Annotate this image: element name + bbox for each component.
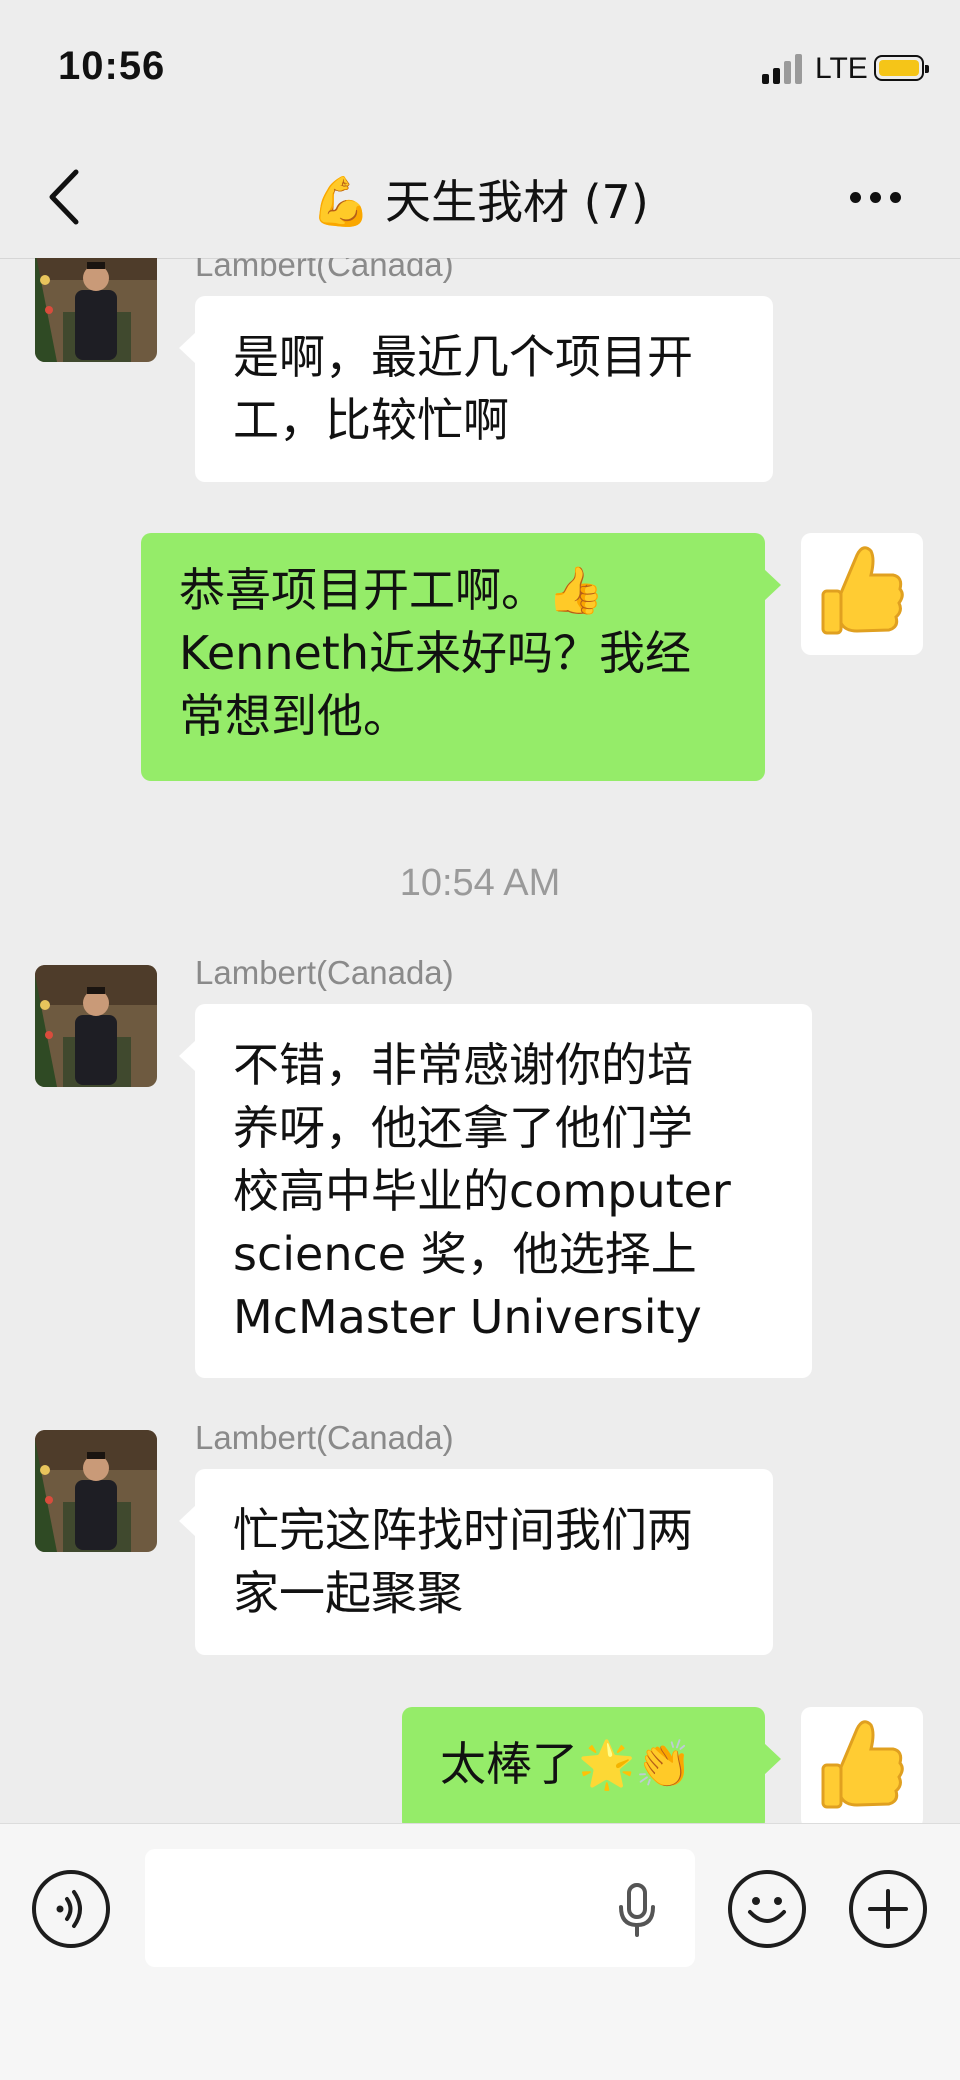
message-bubble[interactable]: 忙完这阵找时间我们两 家一起聚聚 xyxy=(179,1469,773,1655)
signal-icon xyxy=(762,52,806,84)
emoji-button[interactable] xyxy=(728,1870,806,1948)
avatar-lambert[interactable] xyxy=(35,1430,157,1552)
chat-title: 💪 天生我材 (7) xyxy=(0,166,960,232)
chat-header: 💪 天生我材 (7) xyxy=(0,140,960,259)
plus-icon xyxy=(868,1889,908,1929)
avatar-lambert[interactable] xyxy=(35,258,157,362)
more-functions-button[interactable] xyxy=(849,1870,927,1948)
battery-icon xyxy=(874,55,929,81)
sender-name: Lambert(Canada) xyxy=(195,954,454,991)
microphone-icon[interactable] xyxy=(617,1883,657,1937)
chat-title-text: 天生我材 (7) xyxy=(384,175,649,229)
self-avatar[interactable] xyxy=(801,533,923,655)
message-bubble[interactable]: 恭喜项目开工啊。👍 Kenneth近来好吗？我经 常想到他。 xyxy=(141,533,781,781)
voice-input-icon xyxy=(56,1890,82,1928)
chat-message-list[interactable]: Lambert(Canada) 是啊，最近几个项目开 工，比较忙啊 恭喜项目开工… xyxy=(0,258,960,1823)
message-input[interactable] xyxy=(145,1849,695,1967)
voice-input-button[interactable] xyxy=(32,1870,110,1948)
message-bubble[interactable]: 太棒了🌟👏 xyxy=(402,1707,781,1823)
thumbs-up-icon xyxy=(821,546,904,635)
network-type: LTE xyxy=(815,52,868,85)
sender-name: Lambert(Canada) xyxy=(195,1419,454,1456)
flexed-biceps-icon: 💪 xyxy=(311,174,371,230)
input-toolbar xyxy=(0,1823,960,2080)
status-bar: 10:56 LTE xyxy=(0,0,960,140)
message-bubble[interactable]: 是啊，最近几个项目开 工，比较忙啊 xyxy=(179,296,773,482)
more-dots-icon xyxy=(850,192,861,203)
status-time: 10:56 xyxy=(58,44,166,88)
sender-name: Lambert(Canada) xyxy=(195,258,454,283)
message-bubble[interactable]: 不错，非常感谢你的培 养呀，他还拿了他们学 校高中毕业的computer sci… xyxy=(179,1004,812,1378)
self-avatar[interactable] xyxy=(801,1707,923,1823)
emoji-icon xyxy=(748,1897,786,1923)
avatar-lambert[interactable] xyxy=(35,965,157,1087)
thumbs-up-icon xyxy=(821,1720,904,1809)
message-timestamp: 10:54 AM xyxy=(399,862,561,904)
more-button[interactable] xyxy=(846,188,906,208)
